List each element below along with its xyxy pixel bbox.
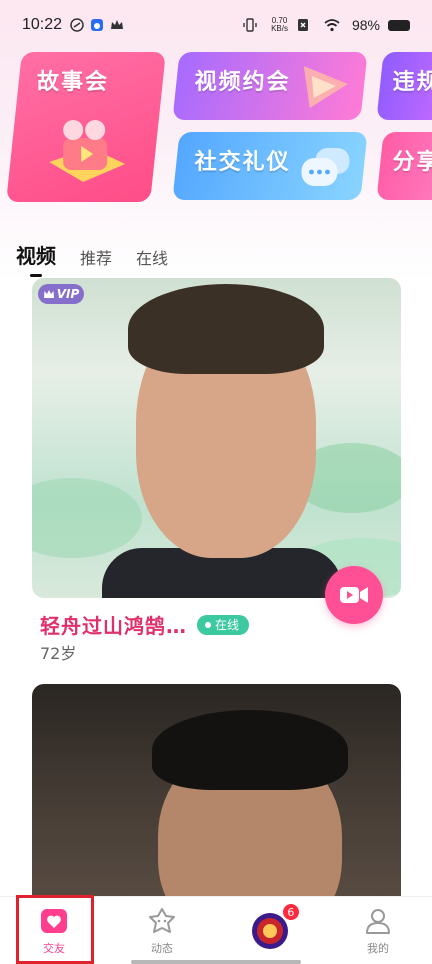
- banner-video-date-label: 视频约会: [194, 70, 291, 95]
- video-camera-icon: [340, 587, 368, 603]
- user-age: 72岁: [40, 644, 77, 663]
- baidu-icon: [90, 18, 104, 32]
- vip-label: VIP: [56, 287, 80, 301]
- banner-social-etiquette-label: 社交礼仪: [194, 150, 291, 175]
- video-card[interactable]: [32, 684, 401, 914]
- film-projector-icon: [41, 112, 131, 196]
- banner-story-label: 故事会: [36, 70, 109, 95]
- crown-icon: [110, 18, 124, 32]
- nav-item-game[interactable]: 6: [216, 897, 324, 964]
- vibrate-icon: [243, 18, 257, 32]
- status-bar: 10:22 0.70 KB/s 98%: [0, 0, 432, 50]
- banner-video-date[interactable]: 视频约会: [172, 52, 368, 120]
- battery-icon: [388, 19, 410, 31]
- app-notification-icon: [70, 18, 84, 32]
- profile-person-icon: [366, 908, 390, 934]
- user-name[interactable]: 轻舟过山鸿鹄…: [40, 610, 187, 639]
- nav-item-profile[interactable]: 我的: [324, 897, 432, 964]
- banner-rules[interactable]: 违规: [376, 52, 432, 120]
- battery-percent: 98%: [351, 17, 380, 33]
- notification-badge: 6: [281, 903, 300, 921]
- person-hair: [128, 284, 324, 374]
- video-card[interactable]: VIP: [32, 278, 401, 598]
- video-call-button[interactable]: [325, 566, 383, 624]
- status-time: 10:22: [22, 16, 63, 33]
- online-status-badge: 在线: [197, 614, 250, 635]
- vip-crown-icon: [43, 290, 54, 298]
- vip-badge: VIP: [38, 284, 84, 304]
- home-indicator[interactable]: [131, 960, 301, 964]
- video-play-icon: [296, 58, 356, 118]
- banner-share-label: 分享: [392, 150, 432, 175]
- banner-rules-label: 违规: [392, 70, 432, 95]
- selected-nav-highlight-box: [16, 895, 94, 964]
- chat-bubble-icon: [297, 146, 353, 196]
- banner-story[interactable]: 故事会: [6, 52, 166, 202]
- tab-online[interactable]: 在线: [136, 245, 168, 269]
- feed-tabs: 视频 推荐 在线: [16, 240, 168, 277]
- banner-social-etiquette[interactable]: 社交礼仪: [172, 132, 368, 200]
- nav-label-profile: 我的: [367, 941, 389, 955]
- banner-share[interactable]: 分享: [376, 132, 432, 200]
- network-speed-unit: KB/s: [271, 24, 288, 33]
- person-hair: [152, 710, 348, 790]
- wifi-icon: [324, 18, 340, 32]
- tab-recommend[interactable]: 推荐: [80, 245, 112, 269]
- tab-video[interactable]: 视频: [16, 240, 56, 277]
- moments-star-icon: [149, 907, 175, 933]
- network-speed: 0.70 KB/s: [271, 17, 288, 33]
- sim-off-icon: [296, 18, 310, 32]
- nav-label-moments: 动态: [151, 941, 173, 955]
- nav-item-moments[interactable]: 动态: [108, 897, 216, 964]
- user-info-row: 轻舟过山鸿鹄… 在线: [40, 610, 250, 639]
